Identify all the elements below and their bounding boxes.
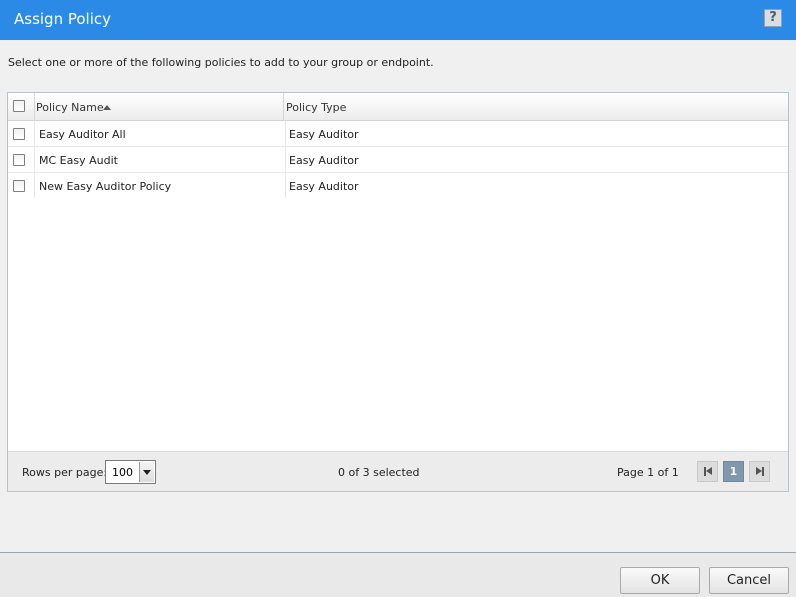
- column-header-policy-type[interactable]: Policy Type: [286, 101, 346, 114]
- cancel-button[interactable]: Cancel: [709, 567, 789, 594]
- rows-per-page-value: 100: [112, 466, 133, 479]
- column-divider: [34, 147, 35, 172]
- column-divider: [34, 93, 35, 121]
- sort-ascending-icon: [103, 105, 111, 110]
- row-checkbox[interactable]: [13, 128, 25, 140]
- policy-name-cell: New Easy Auditor Policy: [39, 180, 172, 193]
- row-checkbox[interactable]: [13, 180, 25, 192]
- column-divider: [34, 173, 35, 198]
- page-info: Page 1 of 1: [617, 466, 679, 479]
- column-divider: [283, 93, 284, 121]
- dialog-title: Assign Policy: [14, 10, 112, 28]
- policy-grid: Policy Name Policy Type Easy Auditor All…: [7, 92, 789, 492]
- column-divider: [285, 147, 286, 172]
- column-divider: [34, 121, 35, 146]
- column-divider: [285, 121, 286, 146]
- selection-status: 0 of 3 selected: [338, 466, 420, 479]
- help-icon[interactable]: ?: [764, 9, 782, 27]
- select-all-checkbox[interactable]: [13, 100, 25, 112]
- chevron-down-icon: [143, 470, 151, 475]
- column-divider: [285, 173, 286, 198]
- column-header-policy-name[interactable]: Policy Name: [36, 101, 104, 114]
- table-row[interactable]: Easy Auditor All Easy Auditor: [8, 121, 788, 147]
- last-page-button[interactable]: [749, 461, 770, 482]
- row-checkbox[interactable]: [13, 154, 25, 166]
- first-page-button[interactable]: [697, 461, 718, 482]
- grid-footer: Rows per page: 100 0 of 3 selected Page …: [8, 451, 788, 491]
- table-row[interactable]: New Easy Auditor Policy Easy Auditor: [8, 173, 788, 199]
- instructions-text: Select one or more of the following poli…: [8, 56, 434, 69]
- policy-name-cell: Easy Auditor All: [39, 128, 126, 141]
- policy-type-cell: Easy Auditor: [289, 154, 359, 167]
- rows-per-page-select[interactable]: 100: [105, 460, 156, 484]
- policy-name-cell: MC Easy Audit: [39, 154, 118, 167]
- current-page-button[interactable]: 1: [723, 461, 744, 482]
- policy-type-cell: Easy Auditor: [289, 128, 359, 141]
- grid-header: Policy Name Policy Type: [8, 93, 788, 121]
- policy-type-cell: Easy Auditor: [289, 180, 359, 193]
- dropdown-button[interactable]: [139, 462, 154, 482]
- dialog-title-bar: Assign Policy ?: [0, 0, 796, 40]
- ok-button[interactable]: OK: [620, 567, 700, 594]
- dialog-button-bar: OK Cancel: [0, 552, 796, 597]
- table-row[interactable]: MC Easy Audit Easy Auditor: [8, 147, 788, 173]
- rows-per-page-label: Rows per page:: [22, 466, 108, 479]
